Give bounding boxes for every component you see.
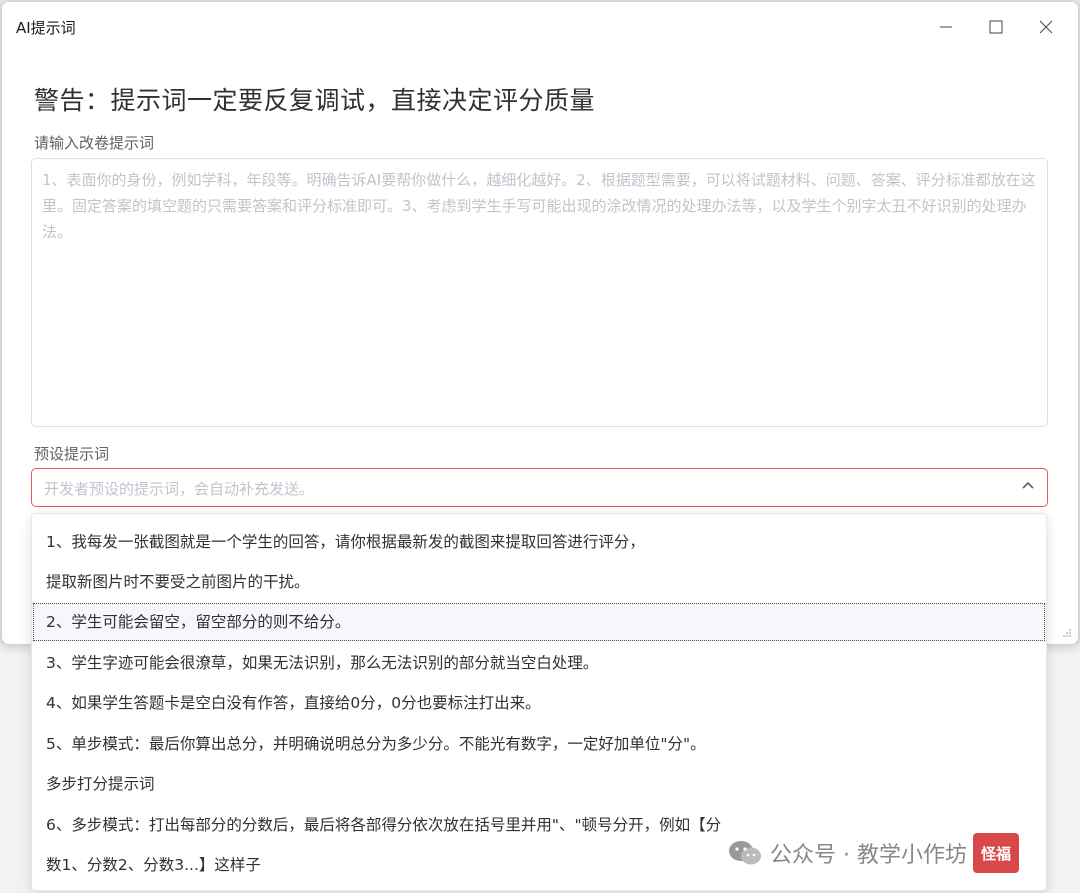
wechat-icon bbox=[729, 841, 761, 865]
watermark: 公众号 · 教学小作坊 怪福 bbox=[728, 833, 1019, 873]
maximize-button[interactable] bbox=[974, 10, 1018, 44]
close-button[interactable] bbox=[1024, 10, 1068, 44]
dropdown-group-label: 多步打分提示词 bbox=[46, 775, 155, 793]
chevron-up-icon[interactable] bbox=[1021, 479, 1035, 493]
dropdown-option[interactable]: 5、单步模式：最后你算出总分，并明确说明总分为多少分。不能光有数字，一定好加单位… bbox=[32, 724, 1046, 764]
prompt-textarea[interactable]: 1、表面你的身份，例如学科，年段等。明确告诉AI要帮你做什么，越细化越好。2、根… bbox=[31, 158, 1048, 427]
minimize-button[interactable] bbox=[924, 10, 968, 44]
dropdown-option[interactable]: 4、如果学生答题卡是空白没有作答，直接给0分，0分也要标注打出来。 bbox=[32, 683, 1046, 723]
window-title: AI提示词 bbox=[16, 19, 76, 37]
resize-grip-icon[interactable] bbox=[1062, 628, 1072, 638]
dropdown-option-focused[interactable]: 2、学生可能会留空，留空部分的则不给分。 bbox=[32, 602, 1046, 642]
close-icon bbox=[1039, 20, 1053, 34]
watermark-text: 公众号 · 教学小作坊 bbox=[770, 843, 967, 868]
warning-heading: 警告：提示词一定要反复调试，直接决定评分质量 bbox=[34, 86, 596, 115]
dropdown-option[interactable]: 3、学生字迹可能会很潦草，如果无法识别，那么无法识别的部分就当空白处理。 bbox=[32, 643, 1046, 683]
preset-select[interactable]: 开发者预设的提示词，会自动补充发送。 bbox=[31, 468, 1048, 507]
dropdown-option[interactable]: 提取新图片时不要受之前图片的干扰。 bbox=[32, 562, 1046, 602]
dropdown-option[interactable]: 1、我每发一张截图就是一个学生的回答，请你根据最新发的截图来提取回答进行评分， bbox=[32, 522, 1046, 562]
prompt-label: 请输入改卷提示词 bbox=[34, 134, 155, 152]
minimize-icon bbox=[940, 26, 952, 28]
title-bar: AI提示词 bbox=[2, 2, 1078, 52]
maximize-icon bbox=[989, 20, 1003, 34]
preset-placeholder: 开发者预设的提示词，会自动补充发送。 bbox=[44, 480, 315, 498]
preset-label: 预设提示词 bbox=[34, 445, 110, 463]
watermark-stamp: 怪福 bbox=[972, 833, 1019, 873]
prompt-placeholder: 1、表面你的身份，例如学科，年段等。明确告诉AI要帮你做什么，越细化越好。2、根… bbox=[42, 171, 1036, 241]
